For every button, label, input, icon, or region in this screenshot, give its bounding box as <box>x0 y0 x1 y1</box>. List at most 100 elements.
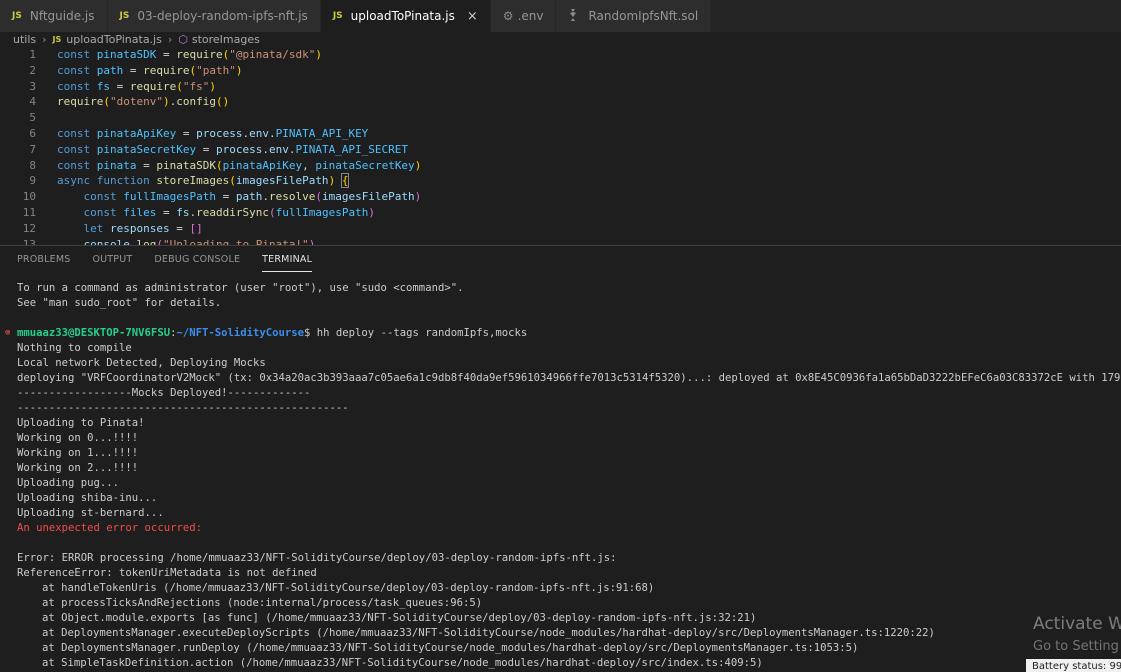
code-line: 8 const pinata = pinataSDK(pinataApiKey, … <box>0 158 1121 174</box>
chevron-right-icon: › <box>42 32 47 46</box>
terminal-line: ReferenceError: tokenUriMetadata is not … <box>17 567 317 579</box>
gear-icon: ⚙ <box>502 9 514 23</box>
line-number: 8 <box>29 158 36 172</box>
line-number: 11 <box>22 205 36 219</box>
tab-label: .env <box>517 9 544 23</box>
javascript-file-icon: JS <box>52 34 62 44</box>
code-line: 2 const path = require("path") <box>0 63 1121 79</box>
stack-trace-line: at SimpleTaskDefinition.action (/home/mm… <box>42 657 763 669</box>
code-text: const pinataApiKey = process.env.PINATA_… <box>57 126 369 140</box>
tab-problems[interactable]: PROBLEMS <box>17 246 70 272</box>
code-line: 3 const fs = require("fs") <box>0 79 1121 95</box>
terminal-line: Local network Detected, Deploying Mocks <box>17 357 266 369</box>
activate-windows-watermark: Activate W <box>1033 614 1121 634</box>
chevron-right-icon: › <box>167 32 173 46</box>
tab-upload-to-pinata[interactable]: JS uploadToPinata.js × <box>320 0 491 32</box>
breadcrumb-symbol[interactable]: storeImages <box>192 33 260 46</box>
stack-trace-line: at handleTokenUris (/home/mmuaaz33/NFT-S… <box>42 582 655 594</box>
tab-debug-console[interactable]: DEBUG CONSOLE <box>154 246 240 272</box>
stack-trace-line: at Object.module.exports [as func] (/hom… <box>42 612 757 624</box>
code-line: 7 const pinataSecretKey = process.env.PIN… <box>0 142 1121 158</box>
tab-label: 03-deploy-random-ipfs-nft.js <box>137 9 308 23</box>
terminal-output[interactable]: To run a command as administrator (user … <box>0 281 1121 672</box>
prompt-command: $ hh deploy --tags randomIpfs,mocks <box>304 327 528 339</box>
panel-tab-bar: PROBLEMS OUTPUT DEBUG CONSOLE TERMINAL <box>0 246 1121 272</box>
line-number: 13 <box>22 237 36 245</box>
terminal-line: See "man sudo_root" for details. <box>17 297 222 309</box>
terminal-prompt-line: ⊗ mmuaaz33@DESKTOP-7NV6FSU:~/NFT-Solidity… <box>5 327 528 339</box>
prompt-path: ~/NFT-SolidityCourse <box>176 327 305 339</box>
error-status-icon: ⊗ <box>5 328 11 338</box>
stack-trace-line: at processTicksAndRejections (node:inter… <box>42 597 483 609</box>
breadcrumb: utils › JS uploadToPinata.js › ⬡ storeIm… <box>0 32 1121 46</box>
code-text: const path = require("path") <box>57 63 243 77</box>
method-cube-icon: ⬡ <box>178 32 188 46</box>
code-text: const pinataSecretKey = process.env.PINA… <box>57 142 409 156</box>
terminal-line: Working on 0...!!!! <box>17 432 139 444</box>
line-number: 3 <box>29 79 36 93</box>
line-number: 7 <box>29 142 36 156</box>
solidity-file-icon <box>568 8 580 24</box>
javascript-file-icon: JS <box>332 11 343 21</box>
code-line: 4 require("dotenv").config() <box>0 94 1121 110</box>
terminal-line: To run a command as administrator (user … <box>17 282 464 294</box>
line-number: 2 <box>29 63 36 77</box>
stack-trace-line: at DeploymentsManager.runDeploy (/home/m… <box>42 642 859 654</box>
line-number: 12 <box>22 221 36 235</box>
javascript-file-icon: JS <box>119 11 130 21</box>
code-line: 1 const pinataSDK = require("@pinata/sdk"… <box>0 47 1121 63</box>
activate-windows-subtitle: Go to Setting <box>1033 639 1119 654</box>
line-number: 6 <box>29 126 36 140</box>
close-icon[interactable]: × <box>467 9 478 24</box>
terminal-error-line: An unexpected error occurred: <box>17 522 202 534</box>
code-text: let responses = [] <box>83 221 203 235</box>
line-number: 4 <box>29 95 36 109</box>
breadcrumb-folder[interactable]: utils <box>13 33 36 46</box>
code-text: const files = fs.readdirSync(fullImagesP… <box>83 205 375 219</box>
code-line: 9 async function storeImages(imagesFilePa… <box>0 173 1121 189</box>
code-text: const fullImagesPath = path.resolve(imag… <box>83 190 422 204</box>
terminal-line: Working on 2...!!!! <box>17 462 139 474</box>
breadcrumb-file[interactable]: uploadToPinata.js <box>66 33 162 46</box>
terminal-line: Uploading shiba-inu... <box>17 492 158 504</box>
tab-terminal[interactable]: TERMINAL <box>262 246 313 272</box>
code-line: 6 const pinataApiKey = process.env.PINATA… <box>0 126 1121 142</box>
prompt-user: mmuaaz33@DESKTOP-7NV6FSU <box>17 327 171 339</box>
code-text: console.log("Uploading to Pinata!") <box>83 237 316 245</box>
stack-trace-line: at DeploymentsManager.executeDeployScrip… <box>42 627 935 639</box>
terminal-line: Working on 1...!!!! <box>17 447 139 459</box>
tab-label: Nftguide.js <box>29 9 95 23</box>
line-number: 5 <box>29 111 36 125</box>
tab-03-deploy-random-ipfs-nft[interactable]: JS 03-deploy-random-ipfs-nft.js <box>107 0 321 32</box>
code-line: 5 <box>0 110 1121 126</box>
editor-tab-bar: JS Nftguide.js JS 03-deploy-random-ipfs-… <box>0 0 1121 32</box>
tab-label: uploadToPinata.js <box>350 9 455 23</box>
code-text: const pinataSDK = require("@pinata/sdk") <box>57 48 322 61</box>
tab-nftguide[interactable]: JS Nftguide.js <box>0 0 108 32</box>
terminal-line: ----------------------------------------… <box>17 402 349 414</box>
terminal-line: deploying "VRFCoordinatorV2Mock" (tx: 0x… <box>17 372 1121 384</box>
code-text: const pinata = pinataSDK(pinataApiKey, p… <box>57 158 422 172</box>
terminal-line: Uploading pug... <box>17 477 120 489</box>
terminal-line: Nothing to compile <box>17 342 132 354</box>
terminal-line: Uploading to Pinata! <box>17 417 145 429</box>
tab-random-ipfs-nft-sol[interactable]: RandomIpfsNft.sol <box>556 0 712 32</box>
code-line: 11 const files = fs.readdirSync(fullImag… <box>0 205 1121 221</box>
code-line: 13 console.log("Uploading to Pinata!") <box>0 237 1121 245</box>
code-line: 12 let responses = [] <box>0 221 1121 237</box>
code-line: 10 const fullImagesPath = path.resolve(i… <box>0 189 1121 205</box>
tab-label: RandomIpfsNft.sol <box>588 9 699 23</box>
javascript-file-icon: JS <box>12 11 22 21</box>
tab-env[interactable]: ⚙ .env <box>490 0 557 32</box>
line-number: 10 <box>22 190 36 204</box>
code-text: require("dotenv").config() <box>57 95 230 109</box>
code-editor[interactable]: 1 const pinataSDK = require("@pinata/sdk"… <box>0 47 1121 245</box>
code-text: const fs = require("fs") <box>57 79 216 93</box>
terminal-line: ------------------Mocks Deployed!-------… <box>17 387 311 399</box>
tab-output[interactable]: OUTPUT <box>92 246 132 272</box>
line-number: 9 <box>29 174 36 188</box>
code-text: async function storeImages(imagesFilePat… <box>57 173 350 189</box>
terminal-line: Uploading st-bernard... <box>17 507 164 519</box>
